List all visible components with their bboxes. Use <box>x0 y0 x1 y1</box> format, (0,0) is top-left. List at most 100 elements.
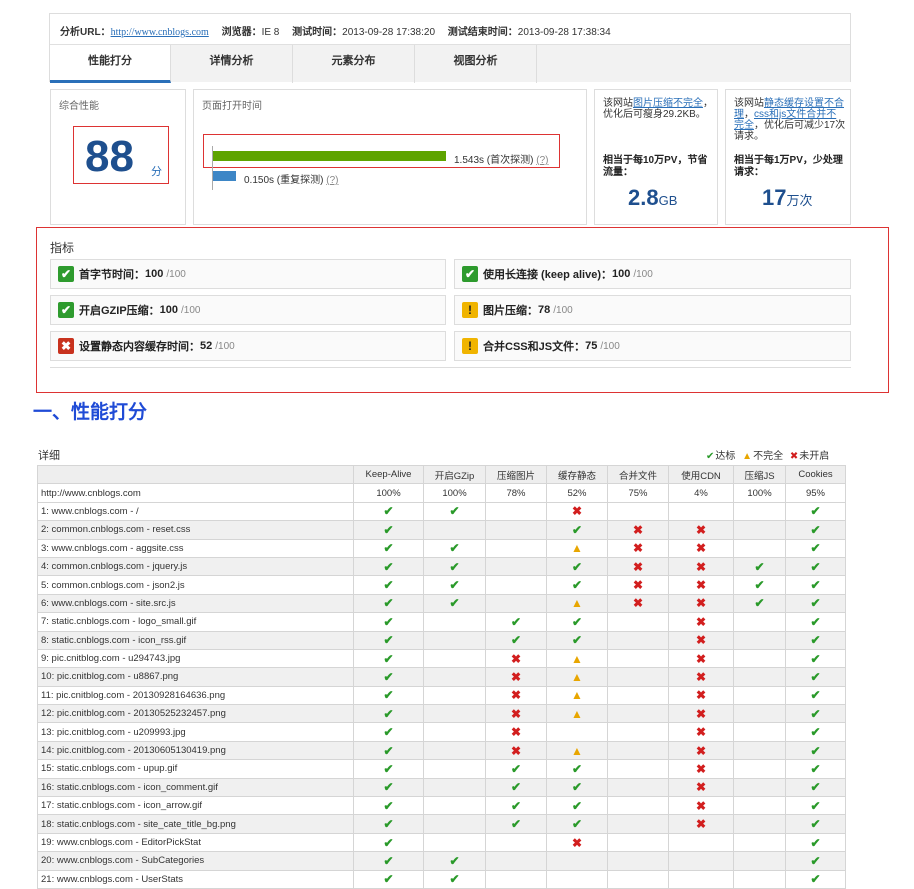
table-row[interactable]: 4: common.cnblogs.com - jquery.js ✔ ✔ ✔ ✖ ✖ ✔ ✔ <box>37 556 846 577</box>
status-cell: ✔ <box>546 796 608 816</box>
table-row[interactable]: 9: pic.cnitblog.com - u294743.jpg ✔ ✖ ▲ ✖ ✔ <box>37 648 846 669</box>
table-row[interactable]: 20: www.cnblogs.com - SubCategories ✔ ✔ ✔ <box>37 851 846 871</box>
table-row[interactable]: 21: www.cnblogs.com - UserStats ✔ ✔ ✔ <box>37 869 846 889</box>
status-cell <box>485 832 547 853</box>
table-row[interactable]: 8: static.cnblogs.com - icon_rss.gif ✔ ✔ ✔ ✖… <box>37 630 846 650</box>
resource-name: 12: pic.cnitblog.com - 20130525232457.pn… <box>37 704 354 724</box>
cross-icon: ✖ <box>695 541 707 556</box>
table-row[interactable]: 3: www.cnblogs.com - aggsite.css ✔ ✔ ▲ ✖ ✖ ✔ <box>37 538 846 558</box>
status-cell: ✔ <box>785 704 846 724</box>
status-cell: ✔ <box>785 501 846 522</box>
status-cell: ▲ <box>546 593 608 614</box>
repeat-load-text: 0.150s (重复探测) (?) <box>244 171 338 186</box>
metric-item: ! 合并CSS和JS文件： 75/100 <box>454 331 851 361</box>
check-icon: ✔ <box>510 633 522 648</box>
status-cell: ✖ <box>485 704 547 724</box>
status-cell: ✖ <box>668 593 734 614</box>
table-row[interactable]: 16: static.cnblogs.com - icon_comment.gi… <box>37 777 846 798</box>
status-cell: ✖ <box>607 538 669 558</box>
table-row[interactable]: 2: common.cnblogs.com - reset.css ✔ ✔ ✖ ✖ ✔ <box>37 520 846 540</box>
status-cell <box>607 740 669 761</box>
resource-name: 15: static.cnblogs.com - upup.gif <box>37 759 354 779</box>
check-icon: ✔ <box>383 872 394 887</box>
table-row[interactable]: 6: www.cnblogs.com - site.src.js ✔ ✔ ▲ ✖ ✖ ✔ ✔ <box>37 593 846 614</box>
summary-percent: 95% <box>785 483 846 503</box>
status-cell: ✔ <box>546 777 608 798</box>
check-icon: ✔ <box>571 522 583 537</box>
status-cell: ✖ <box>607 556 669 577</box>
table-row[interactable]: 7: static.cnblogs.com - logo_small.gif ✔ ✔… <box>37 612 846 632</box>
check-icon: ✔ <box>383 688 394 703</box>
cross-icon: ✖ <box>695 725 707 740</box>
cross-icon: ✖ <box>632 541 644 556</box>
check-icon: ✔ <box>383 669 394 684</box>
metric-score: 52 <box>200 340 213 352</box>
first-load-help-link[interactable]: (?) <box>536 155 548 166</box>
check-icon: ✔ <box>810 743 821 758</box>
resource-name: 16: static.cnblogs.com - icon_comment.gi… <box>37 777 354 798</box>
table-row[interactable]: 19: www.cnblogs.com - EditorPickStat ✔ ✖ ✔ <box>37 832 846 853</box>
cross-icon: ✖ <box>695 522 707 537</box>
repeat-load-bar <box>213 171 236 181</box>
status-cell: ✔ <box>785 759 846 779</box>
status-cell: ✖ <box>668 685 734 706</box>
check-icon: ✔ <box>810 853 821 868</box>
summary-percent: 52% <box>546 483 608 503</box>
status-cell <box>733 740 786 761</box>
image-compression-link[interactable]: 图片压缩不完全 <box>633 98 703 109</box>
metric-name: 图片压缩： <box>483 305 538 317</box>
tab-detail-analysis[interactable]: 详情分析 <box>171 45 293 83</box>
table-row[interactable]: 18: static.cnblogs.com - site_cate_title… <box>37 814 846 834</box>
tab-element-distribution[interactable]: 元素分布 <box>293 45 415 83</box>
check-icon: ✔ <box>810 522 821 537</box>
table-row[interactable]: 14: pic.cnitblog.com - 20130605130419.pn… <box>37 740 846 761</box>
check-icon: ✔ <box>510 761 522 776</box>
test-info-bar: 分析URL：http://www.cnblogs.com 浏览器：IE 8 测试… <box>50 14 850 44</box>
status-cell <box>733 869 786 889</box>
resource-name: 3: www.cnblogs.com - aggsite.css <box>37 538 354 558</box>
status-cell: ✔ <box>353 501 424 522</box>
check-icon: ✔ <box>510 798 522 813</box>
check-icon: ✔ <box>383 743 394 758</box>
summary-url: http://www.cnblogs.com <box>37 483 354 503</box>
cross-icon: ✖ <box>695 706 707 721</box>
table-row[interactable]: 12: pic.cnitblog.com - 20130525232457.pn… <box>37 704 846 724</box>
table-row[interactable]: 1: www.cnblogs.com - / ✔ ✔ ✖ ✔ <box>37 501 846 522</box>
check-icon: ✔ <box>810 780 821 795</box>
check-icon: ✔ <box>383 725 394 740</box>
status-cell: ▲ <box>546 740 608 761</box>
check-icon: ✔ <box>810 559 821 574</box>
table-row[interactable]: 13: pic.cnitblog.com - u209993.jpg ✔ ✖ ✖ ✔ <box>37 722 846 742</box>
cross-icon: ✖ <box>632 522 644 537</box>
status-cell <box>607 667 669 687</box>
check-icon: ✔ <box>571 780 583 795</box>
check-icon: ✔ <box>810 725 821 740</box>
check-icon: ✔ <box>449 541 460 556</box>
table-row[interactable]: 11: pic.cnitblog.com - 20130928164636.pn… <box>37 685 846 706</box>
repeat-load-help-link[interactable]: (?) <box>326 175 338 186</box>
table-row[interactable]: 17: static.cnblogs.com - icon_arrow.gif ✔… <box>37 796 846 816</box>
check-icon: ✔ <box>383 780 394 795</box>
status-cell: ✔ <box>485 796 547 816</box>
status-cell: ✖ <box>668 722 734 742</box>
table-row[interactable]: 15: static.cnblogs.com - upup.gif ✔ ✔ ✔ ✖ ✔ <box>37 759 846 779</box>
status-cell <box>423 722 486 742</box>
status-cell <box>423 648 486 669</box>
check-icon: ✔ <box>810 669 821 684</box>
tab-view-analysis[interactable]: 视图分析 <box>415 45 537 83</box>
summary-percent: 78% <box>485 483 547 503</box>
test-time-label: 测试时间： <box>292 27 343 38</box>
cross-icon: ✖ <box>695 780 707 795</box>
tab-performance-score[interactable]: 性能打分 <box>50 45 171 83</box>
status-cell <box>485 593 547 614</box>
cross-icon: ✖ <box>695 798 707 813</box>
status-cell <box>423 832 486 853</box>
check-icon: ✔ <box>58 266 74 282</box>
table-row[interactable]: 5: common.cnblogs.com - json2.js ✔ ✔ ✔ ✖ ✖ ✔ ✔ <box>37 575 846 595</box>
status-cell <box>485 851 547 871</box>
status-cell: ✖ <box>546 832 608 853</box>
table-row[interactable]: 10: pic.cnitblog.com - u8867.png ✔ ✖ ▲ ✖ ✔ <box>37 667 846 687</box>
resource-name: 18: static.cnblogs.com - site_cate_title… <box>37 814 354 834</box>
analyzed-url-link[interactable]: http://www.cnblogs.com <box>111 27 209 38</box>
cross-icon: ✖ <box>695 688 707 703</box>
